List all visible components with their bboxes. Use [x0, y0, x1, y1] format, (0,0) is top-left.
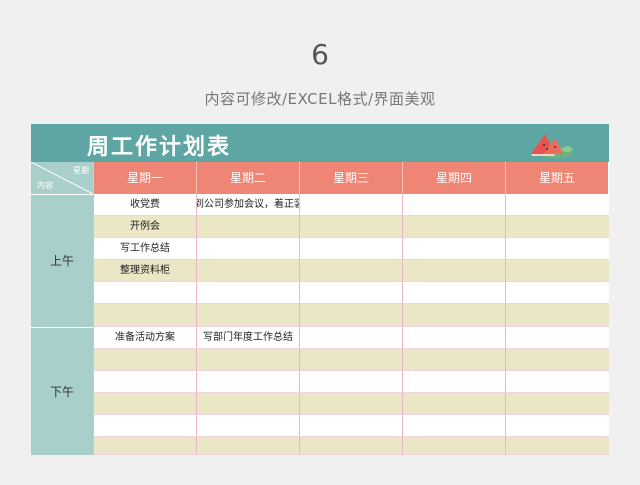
- table-cell[interactable]: [196, 349, 299, 371]
- table-cell[interactable]: [402, 437, 505, 455]
- table-cell[interactable]: 写部门年度工作总结: [196, 327, 299, 349]
- table-cell[interactable]: [196, 437, 299, 455]
- table-cell[interactable]: [402, 327, 505, 349]
- table-row: 开例会: [93, 216, 609, 238]
- table-cell[interactable]: 开例会: [93, 216, 196, 238]
- table-cell[interactable]: [505, 260, 609, 282]
- table-cell[interactable]: [93, 415, 196, 437]
- table-row: [93, 393, 609, 415]
- table-cell[interactable]: [299, 238, 402, 260]
- table-cell[interactable]: [196, 282, 299, 304]
- table-cell[interactable]: [93, 371, 196, 393]
- table-row: [93, 349, 609, 371]
- table-row: [93, 415, 609, 437]
- table-cell[interactable]: [196, 371, 299, 393]
- table-cell[interactable]: [402, 260, 505, 282]
- table-cell[interactable]: [505, 238, 609, 260]
- table-cell[interactable]: [196, 216, 299, 238]
- table-cell[interactable]: [196, 415, 299, 437]
- table-cell[interactable]: 准备活动方案: [93, 327, 196, 349]
- table-cell[interactable]: [93, 437, 196, 455]
- table-row: [93, 282, 609, 304]
- corner-header: 星期 内容: [31, 162, 93, 194]
- table-row: [93, 437, 609, 455]
- table-row: [93, 304, 609, 327]
- table-cell[interactable]: [505, 282, 609, 304]
- header-day-2: 星期二: [196, 162, 299, 194]
- table-cell[interactable]: [402, 216, 505, 238]
- table-cell[interactable]: [196, 260, 299, 282]
- table-cell[interactable]: [196, 238, 299, 260]
- table-cell[interactable]: [299, 260, 402, 282]
- table-cell[interactable]: [402, 393, 505, 415]
- table-cell[interactable]: [299, 327, 402, 349]
- table-cell[interactable]: [299, 194, 402, 216]
- table-cell[interactable]: [402, 371, 505, 393]
- header-day-1: 星期一: [93, 162, 196, 194]
- table-cell[interactable]: [402, 194, 505, 216]
- title-bar: 周工作计划表: [31, 124, 609, 162]
- table-cell[interactable]: [505, 349, 609, 371]
- table-cell[interactable]: [505, 327, 609, 349]
- table-cell[interactable]: [93, 304, 196, 327]
- table-cell[interactable]: [299, 371, 402, 393]
- corner-label-content: 内容: [37, 181, 53, 190]
- table-cell[interactable]: 写工作总结: [93, 238, 196, 260]
- cell-text: 到公司参加会议，着正装: [196, 199, 299, 210]
- table-cell[interactable]: [93, 393, 196, 415]
- table-cell[interactable]: [196, 393, 299, 415]
- table-cell[interactable]: [93, 282, 196, 304]
- table-cell[interactable]: [299, 216, 402, 238]
- corner-label-day: 星期: [73, 166, 89, 175]
- period-morning: 上午: [31, 194, 93, 327]
- table-row: [93, 371, 609, 393]
- table-row: 写工作总结: [93, 238, 609, 260]
- weekly-plan-sheet: 周工作计划表 星期 内容 星期一 星期二 星期三 星期四 星期五 上午 收党费 …: [31, 124, 609, 455]
- table-cell[interactable]: [402, 304, 505, 327]
- header-day-3: 星期三: [299, 162, 402, 194]
- table-cell[interactable]: [505, 304, 609, 327]
- table-cell[interactable]: [505, 371, 609, 393]
- table-row: 整理资料柜: [93, 260, 609, 282]
- table-cell[interactable]: [299, 415, 402, 437]
- period-afternoon: 下午: [31, 327, 93, 455]
- table-cell[interactable]: [299, 349, 402, 371]
- table-cell[interactable]: [402, 282, 505, 304]
- table-cell[interactable]: [196, 304, 299, 327]
- table-cell[interactable]: [505, 216, 609, 238]
- table-cell[interactable]: [402, 349, 505, 371]
- table-cell[interactable]: [93, 349, 196, 371]
- header-day-5: 星期五: [505, 162, 608, 194]
- table-cell[interactable]: [299, 437, 402, 455]
- watermelon-icon: [531, 134, 573, 158]
- sheet-title: 周工作计划表: [87, 135, 232, 160]
- table-cell[interactable]: [299, 282, 402, 304]
- table-cell[interactable]: [505, 415, 609, 437]
- table-cell[interactable]: [505, 393, 609, 415]
- page-subtitle: 内容可修改/EXCEL格式/界面美观: [204, 90, 436, 108]
- table-cell[interactable]: 到公司参加会议，着正装: [196, 194, 299, 216]
- table-cell[interactable]: [402, 238, 505, 260]
- table-cell[interactable]: [505, 437, 609, 455]
- table-cell[interactable]: [402, 415, 505, 437]
- table-cell[interactable]: 收党费: [93, 194, 196, 216]
- table-cell[interactable]: 整理资料柜: [93, 260, 196, 282]
- header-day-4: 星期四: [402, 162, 505, 194]
- table-row: 收党费 到公司参加会议，着正装: [93, 194, 609, 216]
- table-cell[interactable]: [505, 194, 609, 216]
- table-cell[interactable]: [299, 304, 402, 327]
- table-row: 准备活动方案 写部门年度工作总结: [93, 327, 609, 349]
- table-cell[interactable]: [299, 393, 402, 415]
- page-number: 6: [311, 38, 329, 71]
